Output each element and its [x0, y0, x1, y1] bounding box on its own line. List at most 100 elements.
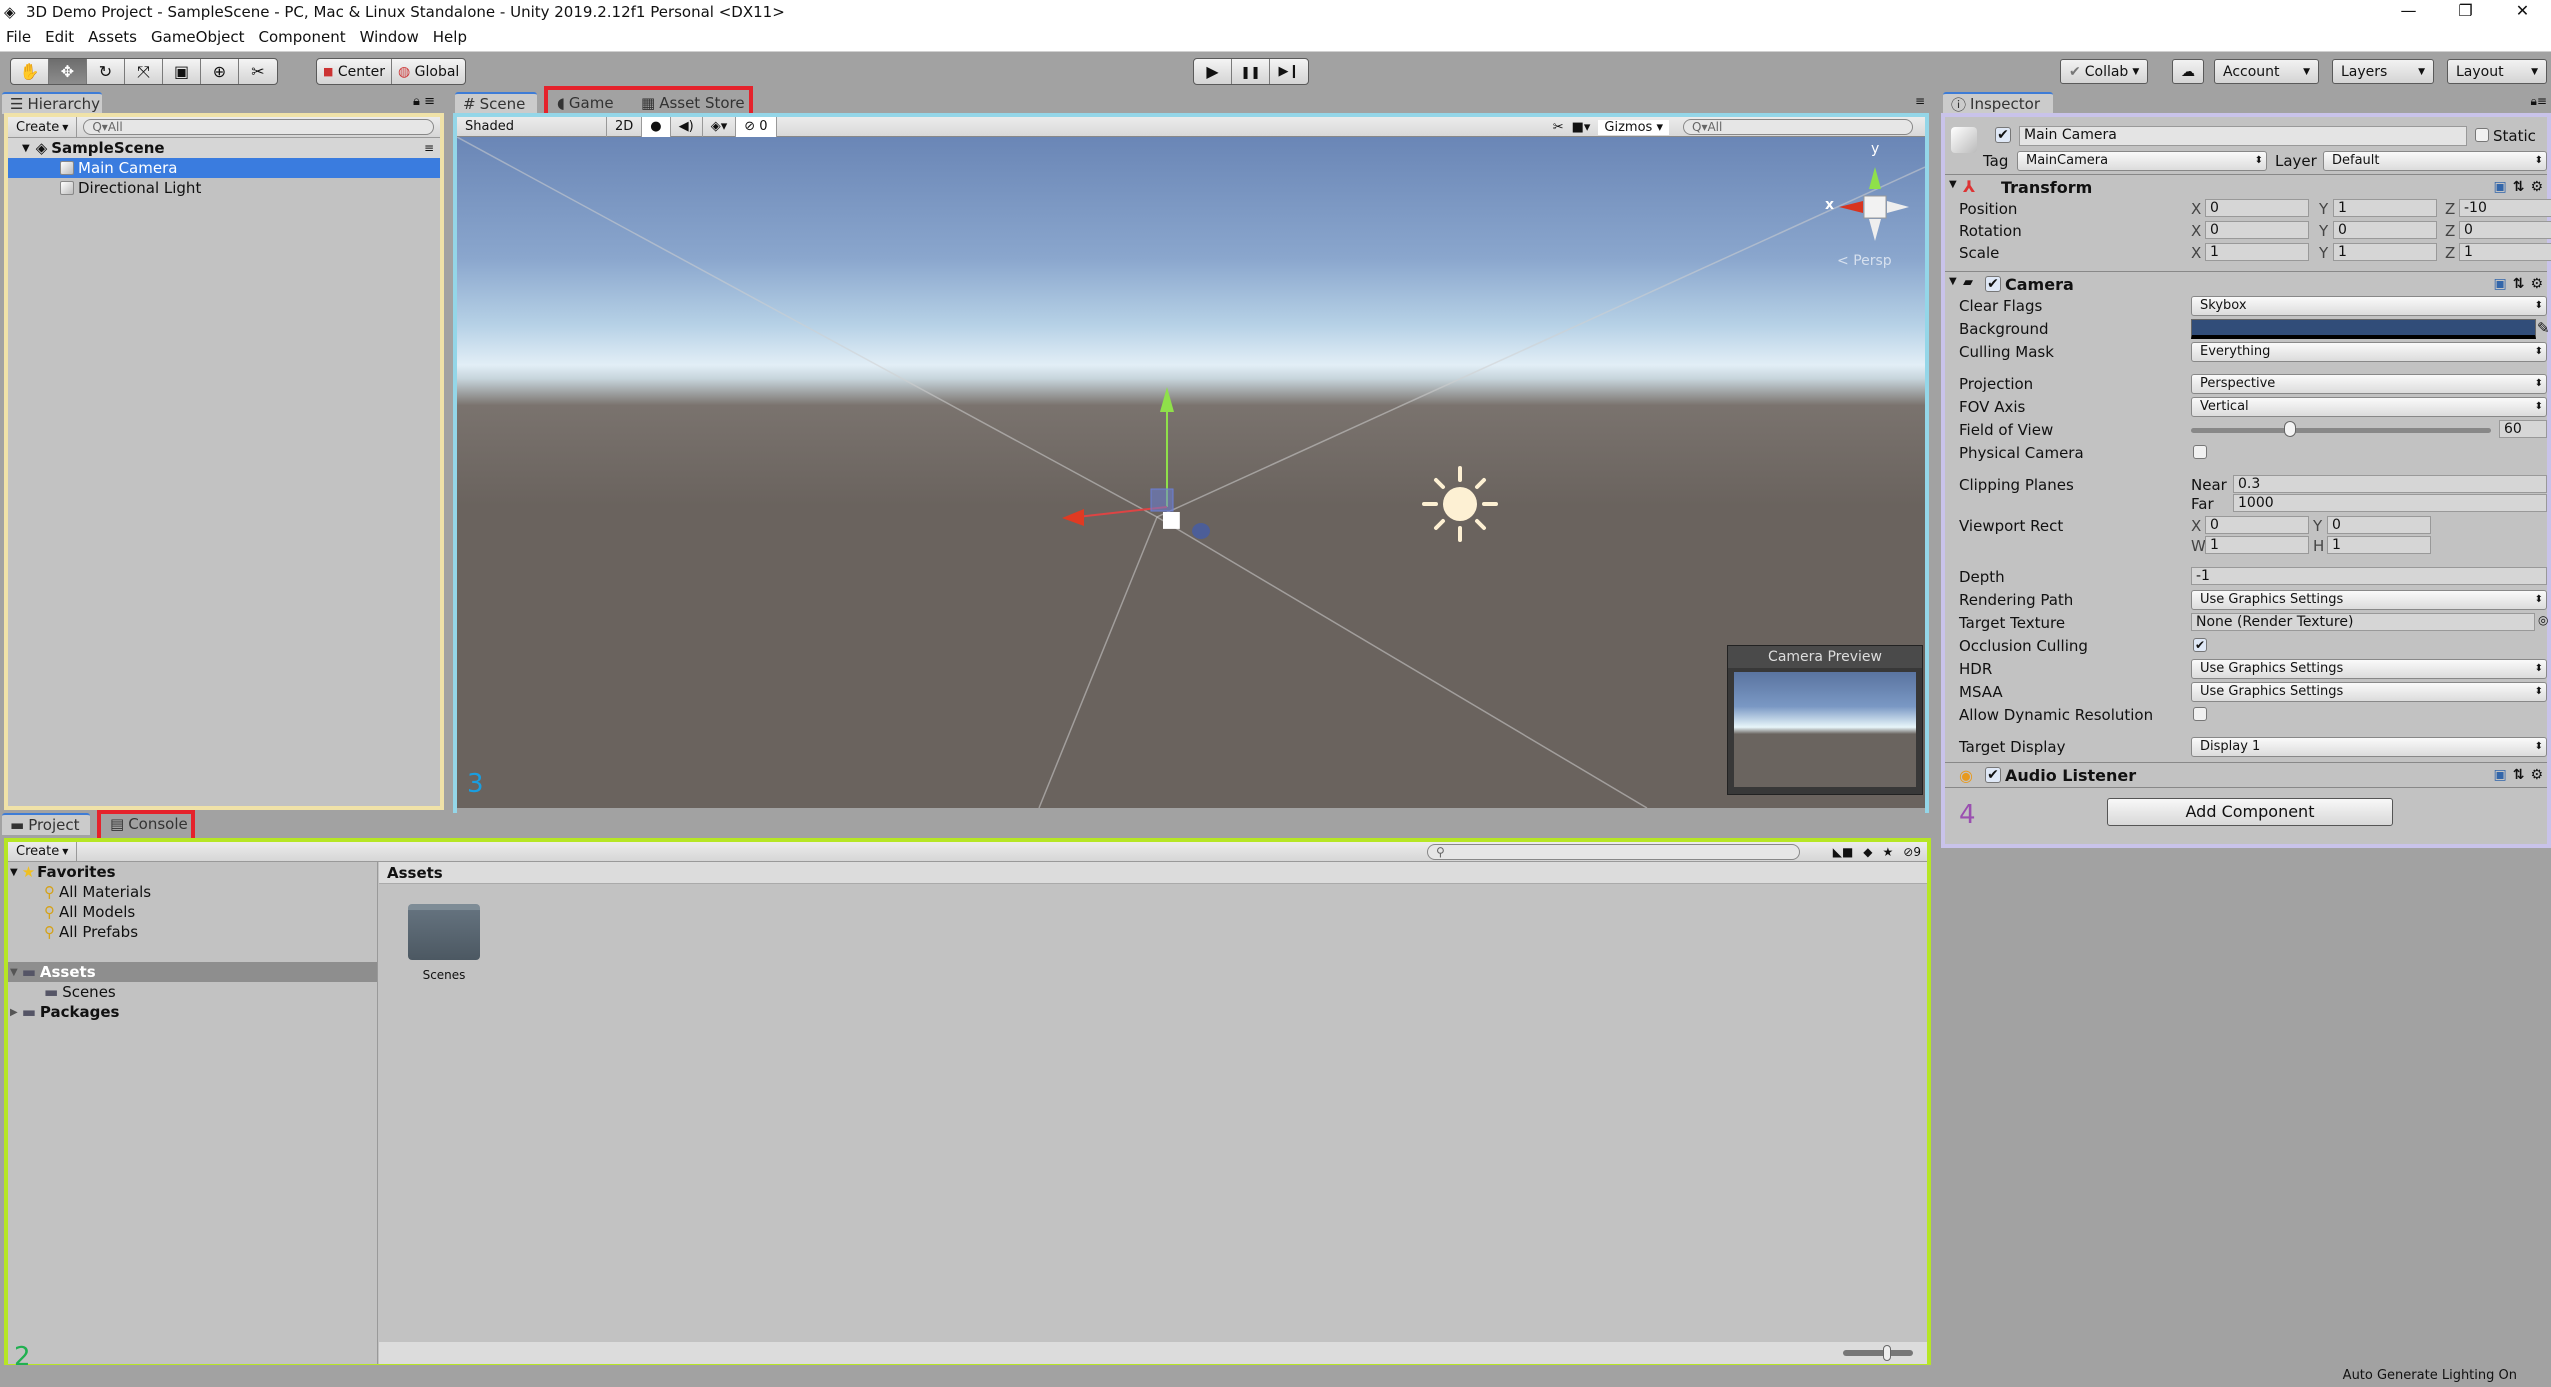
favorites-row[interactable]: ▼ ★ Favorites	[8, 862, 377, 882]
tab-inspector[interactable]: ⓘ Inspector	[1943, 92, 2053, 114]
rendering-path-dropdown[interactable]: Use Graphics Settings	[2191, 590, 2547, 610]
panel-menu-icon[interactable]: ≡	[1915, 94, 1925, 108]
step-button[interactable]: ▶❙	[1270, 59, 1308, 84]
expand-arrow-icon[interactable]: ▶	[10, 1007, 18, 1018]
layers-dropdown[interactable]: Layers ▼	[2332, 59, 2434, 84]
gear-icon[interactable]: ⚙	[2530, 276, 2543, 292]
viewport-x-input[interactable]: 0	[2205, 516, 2309, 534]
viewport-w-input[interactable]: 1	[2205, 536, 2309, 554]
camera-settings-icon[interactable]: ■▾	[1572, 120, 1591, 135]
project-create-button[interactable]: Create ▼	[8, 841, 78, 862]
icon-size-slider[interactable]	[1843, 1350, 1913, 1356]
tag-dropdown[interactable]: MainCamera	[2017, 151, 2267, 171]
near-input[interactable]: 0.3	[2233, 475, 2547, 493]
help-icon[interactable]: ▣	[2493, 179, 2506, 195]
favorite-item[interactable]: ⚲ All Models	[8, 902, 377, 922]
depth-input[interactable]: -1	[2191, 567, 2547, 585]
move-tool-button[interactable]: ✥	[49, 59, 87, 84]
layout-dropdown[interactable]: Layout ▼	[2447, 59, 2547, 84]
tab-scene[interactable]: # Scene	[455, 92, 537, 114]
far-input[interactable]: 1000	[2233, 494, 2547, 512]
transform-z-input[interactable]: -10	[2459, 199, 2551, 217]
minimize-button[interactable]: —	[2380, 0, 2437, 23]
transform-y-input[interactable]: 0	[2333, 221, 2437, 239]
preset-icon[interactable]: ⇅	[2513, 276, 2525, 292]
transform-x-input[interactable]: 0	[2205, 221, 2309, 239]
camera-header[interactable]: ▼ ▰ ✔ Camera ▣ ⇅ ⚙	[1945, 271, 2547, 297]
menu-assets[interactable]: Assets	[88, 28, 137, 46]
menu-edit[interactable]: Edit	[45, 28, 74, 46]
icon-size-slider-thumb[interactable]	[1883, 1345, 1891, 1361]
filter-label-icon[interactable]: ◆	[1863, 842, 1872, 862]
background-color-swatch[interactable]	[2191, 319, 2536, 339]
assets-folder-row[interactable]: ▼ ▬ Assets	[8, 962, 377, 982]
favorite-item[interactable]: ⚲ All Materials	[8, 882, 377, 902]
pause-button[interactable]: ❚❚	[1232, 59, 1270, 84]
expand-arrow-icon[interactable]: ▼	[10, 867, 18, 878]
collab-dropdown[interactable]: ✔ Collab ▼	[2060, 59, 2149, 84]
fov-slider-thumb[interactable]	[2284, 421, 2296, 437]
space-global-button[interactable]: ◍ Global	[392, 59, 465, 84]
projection-dropdown[interactable]: Perspective	[2191, 374, 2547, 394]
audio-listener-header[interactable]: ◉ ✔ Audio Listener ▣ ⇅ ⚙	[1945, 762, 2547, 788]
project-search-input[interactable]: ⚲	[1427, 843, 1800, 860]
lighting-toggle[interactable]: ●	[642, 116, 671, 137]
transform-y-input[interactable]: 1	[2333, 243, 2437, 261]
pivot-center-button[interactable]: ■ Center	[317, 59, 392, 84]
persp-toggle[interactable]: < Persp	[1837, 253, 1892, 269]
gizmos-dropdown[interactable]: Gizmos ▾	[1598, 119, 1669, 135]
fov-axis-dropdown[interactable]: Vertical	[2191, 397, 2547, 417]
target-texture-field[interactable]: None (Render Texture)	[2191, 613, 2535, 631]
rect-tool-button[interactable]: ▣	[163, 59, 201, 84]
scene-menu-icon[interactable]: ≡	[424, 141, 434, 155]
transform-y-input[interactable]: 1	[2333, 199, 2437, 217]
hierarchy-search-input[interactable]: Q▾All	[83, 119, 434, 135]
menu-window[interactable]: Window	[360, 28, 419, 46]
lock-icon[interactable]: 🔒︎ ≡	[413, 94, 435, 109]
folder-item[interactable]: ▬ Scenes	[8, 982, 377, 1002]
help-icon[interactable]: ▣	[2493, 767, 2506, 783]
custom-tool-button[interactable]: ✂	[239, 59, 277, 84]
object-name-input[interactable]: Main Camera	[2019, 126, 2467, 146]
physical-camera-checkbox[interactable]	[2193, 445, 2207, 459]
hierarchy-item[interactable]: Main Camera	[8, 158, 440, 178]
cloud-button[interactable]: ☁	[2172, 59, 2204, 84]
transform-z-input[interactable]: 1	[2459, 243, 2551, 261]
close-button[interactable]: ✕	[2494, 0, 2551, 23]
camera-enabled-checkbox[interactable]: ✔	[1985, 276, 2001, 292]
menu-file[interactable]: File	[6, 28, 31, 46]
hdr-dropdown[interactable]: Use Graphics Settings	[2191, 659, 2547, 679]
hierarchy-create-button[interactable]: Create ▼	[8, 116, 78, 138]
dynamic-resolution-checkbox[interactable]	[2193, 707, 2207, 721]
shading-mode-dropdown[interactable]: Shaded	[457, 116, 607, 137]
asset-grid-item[interactable]: Scenes	[394, 904, 494, 982]
clear-flags-dropdown[interactable]: Skybox	[2191, 296, 2547, 316]
restore-button[interactable]: ❐	[2437, 0, 2494, 23]
hidden-packages-toggle[interactable]: ⊘9	[1903, 842, 1921, 862]
menu-help[interactable]: Help	[433, 28, 467, 46]
hidden-objects-toggle[interactable]: ⊘ 0	[736, 116, 777, 137]
scale-tool-button[interactable]: ⤧	[125, 59, 163, 84]
active-checkbox[interactable]: ✔	[1995, 127, 2011, 143]
expand-arrow-icon[interactable]: ▼	[1949, 276, 1957, 287]
fov-input[interactable]: 60	[2499, 420, 2547, 438]
transform-x-input[interactable]: 0	[2205, 199, 2309, 217]
account-dropdown[interactable]: Account ▼	[2214, 59, 2319, 84]
tab-hierarchy[interactable]: ☰ Hierarchy	[2, 92, 102, 114]
preset-icon[interactable]: ⇅	[2513, 179, 2525, 195]
culling-mask-dropdown[interactable]: Everything	[2191, 342, 2547, 362]
transform-header[interactable]: ▼ ⅄ Transform ▣ ⇅ ⚙	[1945, 174, 2547, 200]
hand-tool-button[interactable]: ✋	[11, 59, 49, 84]
help-icon[interactable]: ▣	[2493, 276, 2506, 292]
menu-component[interactable]: Component	[259, 28, 346, 46]
effects-dropdown[interactable]: ◈▾	[703, 116, 737, 137]
occlusion-culling-checkbox[interactable]: ✔	[2193, 638, 2207, 652]
static-checkbox[interactable]	[2475, 128, 2489, 142]
tab-project[interactable]: ▬ Project	[2, 813, 90, 835]
transform-tool-button[interactable]: ⊕	[201, 59, 239, 84]
target-display-dropdown[interactable]: Display 1	[2191, 737, 2547, 757]
project-breadcrumb[interactable]: Assets	[379, 862, 1927, 884]
layer-dropdown[interactable]: Default	[2323, 151, 2547, 171]
eyedropper-icon[interactable]: ✎	[2537, 319, 2550, 337]
transform-x-input[interactable]: 1	[2205, 243, 2309, 261]
